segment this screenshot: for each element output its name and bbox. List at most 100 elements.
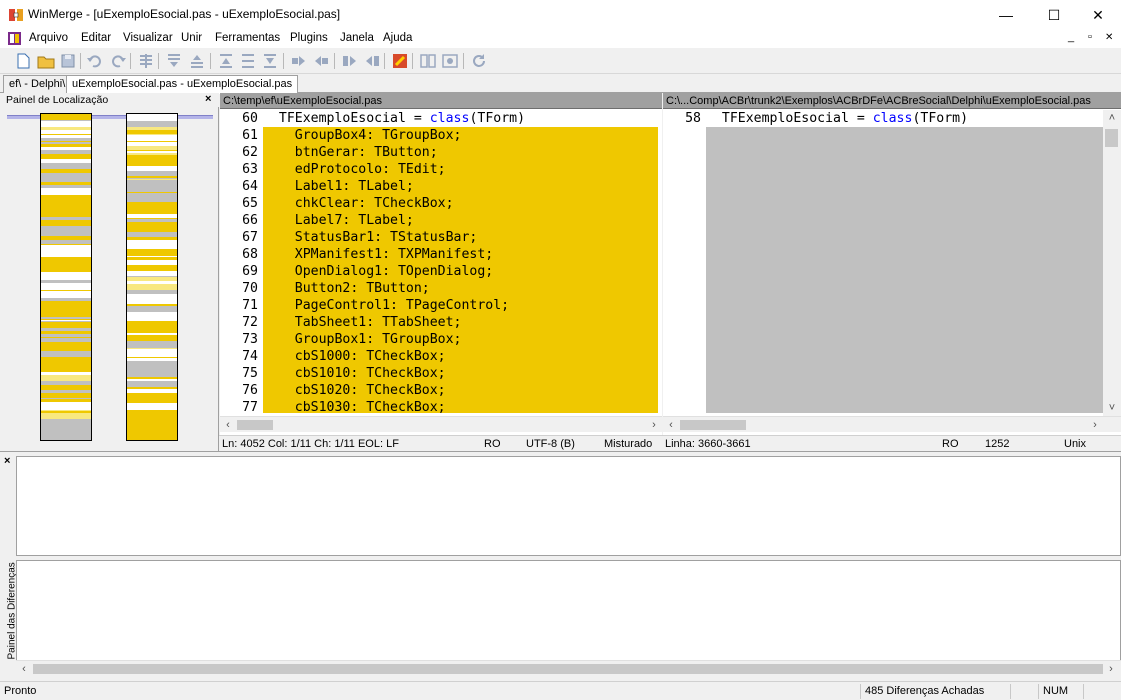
scroll-right-icon[interactable]: ›	[1103, 661, 1119, 677]
menu-visualizar[interactable]: Visualizar	[123, 32, 173, 44]
line-number: 61	[242, 128, 258, 143]
location-pane-close-button[interactable]: ×	[205, 93, 211, 105]
right-file-path: C:\...Comp\ACBr\trunk2\Exemplos\ACBrDFe\…	[663, 93, 1121, 109]
right-editor[interactable]: C:\...Comp\ACBr\trunk2\Exemplos\ACBrDFe\…	[663, 93, 1121, 435]
next-diff-icon[interactable]	[165, 52, 183, 70]
diff-line[interactable]: Button2: TButton;	[263, 280, 658, 297]
code-line[interactable]: TFExemploEsocial = class(TForm)	[263, 110, 658, 127]
diff-pane-top-view[interactable]	[16, 456, 1121, 556]
diff-line[interactable]: XPManifest1: TXPManifest;	[263, 246, 658, 263]
diff-pane-close-button[interactable]: ×	[4, 455, 10, 467]
scroll-left-icon[interactable]: ‹	[663, 417, 679, 433]
diff-all-icon[interactable]	[137, 52, 155, 70]
first-diff-icon[interactable]	[217, 52, 235, 70]
menu-plugins[interactable]: Plugins	[290, 32, 328, 44]
diff-line[interactable]: chkClear: TCheckBox;	[263, 195, 658, 212]
open-folder-icon[interactable]	[37, 52, 55, 70]
diff-pane-scroll-thumb[interactable]	[33, 664, 1103, 674]
left-horizontal-scrollbar[interactable]: ‹ ›	[220, 416, 662, 432]
mdi-minimize-button[interactable]: _	[1068, 31, 1074, 43]
menu-ferramentas[interactable]: Ferramentas	[215, 32, 280, 44]
save-icon[interactable]	[59, 52, 77, 70]
editor-status-row: Ln: 4052 Col: 1/11 Ch: 1/11 EOL: LF RO U…	[219, 435, 1121, 451]
line-number: 71	[242, 298, 258, 313]
tab-folder-compare[interactable]: ef\ - Delphi\	[3, 75, 72, 93]
document-menu-icon[interactable]	[8, 32, 21, 45]
last-diff-icon[interactable]	[261, 52, 279, 70]
missing-lines-area[interactable]	[706, 127, 1103, 413]
maximize-button[interactable]: ☐	[1031, 0, 1077, 30]
scroll-left-icon[interactable]: ‹	[220, 417, 236, 433]
right-readonly-indicator: RO	[942, 438, 959, 450]
left-code-area[interactable]: 60 TFExemploEsocial = class(TForm) 61 Gro…	[220, 110, 662, 413]
scroll-left-icon[interactable]: ‹	[16, 661, 32, 677]
left-scroll-thumb[interactable]	[237, 420, 273, 430]
prev-diff-icon[interactable]	[188, 52, 206, 70]
diff-line[interactable]: Label7: TLabel;	[263, 212, 658, 229]
compare-icon[interactable]	[419, 52, 437, 70]
diff-line[interactable]: GroupBox1: TGroupBox;	[263, 331, 658, 348]
minimize-button[interactable]: —	[983, 0, 1029, 30]
refresh-compare-icon[interactable]	[441, 52, 459, 70]
line-number: 64	[242, 179, 258, 194]
right-scroll-thumb[interactable]	[680, 420, 746, 430]
status-bar: Pronto 485 Diferenças Achadas NUM	[0, 681, 1121, 700]
diff-line[interactable]: cbS1030: TCheckBox;	[263, 399, 658, 413]
mdi-restore-button[interactable]: ▫	[1088, 31, 1092, 43]
right-horizontal-scrollbar[interactable]: ‹ ›	[663, 416, 1121, 432]
diff-line[interactable]: StatusBar1: TStatusBar;	[263, 229, 658, 246]
line-number: 62	[242, 145, 258, 160]
winmerge-app-icon	[9, 9, 23, 21]
tab-file-compare[interactable]: uExemploEsocial.pas - uExemploEsocial.pa…	[66, 75, 299, 94]
diff-pane-bottom-view[interactable]	[16, 560, 1121, 662]
line-number: 73	[242, 332, 258, 347]
undo-icon[interactable]	[86, 52, 104, 70]
diff-line[interactable]: TabSheet1: TTabSheet;	[263, 314, 658, 331]
diff-line[interactable]: cbS1000: TCheckBox;	[263, 348, 658, 365]
menu-janela[interactable]: Janela	[340, 32, 374, 44]
location-bar-left[interactable]	[40, 113, 92, 441]
diff-line[interactable]: PageControl1: TPageControl;	[263, 297, 658, 314]
window-title: WinMerge - [uExemploEsocial.pas - uExemp…	[28, 7, 341, 21]
copy-left-icon[interactable]	[312, 52, 330, 70]
line-number: 68	[242, 247, 258, 262]
new-icon[interactable]	[14, 52, 32, 70]
scroll-up-icon[interactable]: ˄	[1104, 110, 1120, 126]
scroll-right-icon[interactable]: ›	[1087, 417, 1103, 433]
current-diff-icon[interactable]	[239, 52, 257, 70]
diff-line[interactable]: cbS1020: TCheckBox;	[263, 382, 658, 399]
location-viewport-marker[interactable]	[7, 115, 213, 119]
line-number: 75	[242, 366, 258, 381]
diff-pane-horizontal-scrollbar[interactable]: ‹ ›	[16, 660, 1121, 676]
diff-line[interactable]: btnGerar: TButton;	[263, 144, 658, 161]
scroll-down-icon[interactable]: ˅	[1104, 400, 1120, 416]
code-line[interactable]: TFExemploEsocial = class(TForm)	[706, 110, 1103, 127]
diff-line[interactable]: edProtocolo: TEdit;	[263, 161, 658, 178]
close-window-button[interactable]: ✕	[1075, 0, 1121, 30]
menu-ajuda[interactable]: Ajuda	[383, 32, 412, 44]
diff-line[interactable]: Label1: TLabel;	[263, 178, 658, 195]
mdi-close-button[interactable]: ✕	[1105, 32, 1113, 43]
menu-editar[interactable]: Editar	[81, 32, 111, 44]
redo-icon[interactable]	[109, 52, 127, 70]
line-number: 60	[242, 111, 258, 126]
copy-all-right-icon[interactable]	[341, 52, 359, 70]
right-vscroll-thumb[interactable]	[1105, 129, 1118, 147]
menu-arquivo[interactable]: Arquivo	[29, 32, 68, 44]
diff-line[interactable]: cbS1010: TCheckBox;	[263, 365, 658, 382]
line-number: 67	[242, 230, 258, 245]
refresh-icon[interactable]	[470, 52, 488, 70]
diff-line[interactable]: GroupBox4: TGroupBox;	[263, 127, 658, 144]
diff-line[interactable]: OpenDialog1: TOpenDialog;	[263, 263, 658, 280]
menu-unir[interactable]: Unir	[181, 32, 202, 44]
scroll-right-icon[interactable]: ›	[646, 417, 662, 433]
copy-all-left-icon[interactable]	[363, 52, 381, 70]
left-editor[interactable]: C:\temp\ef\uExemploEsocial.pas 60 TFExem…	[220, 93, 662, 435]
right-vertical-scrollbar[interactable]: ˄ ˅	[1103, 110, 1121, 416]
right-code-area[interactable]: 58 TFExemploEsocial = class(TForm)	[663, 110, 1103, 413]
line-number: 76	[242, 383, 258, 398]
left-encoding: UTF-8 (B)	[526, 438, 575, 450]
options-icon[interactable]	[391, 52, 409, 70]
copy-right-icon[interactable]	[290, 52, 308, 70]
location-bar-right[interactable]	[126, 113, 178, 441]
